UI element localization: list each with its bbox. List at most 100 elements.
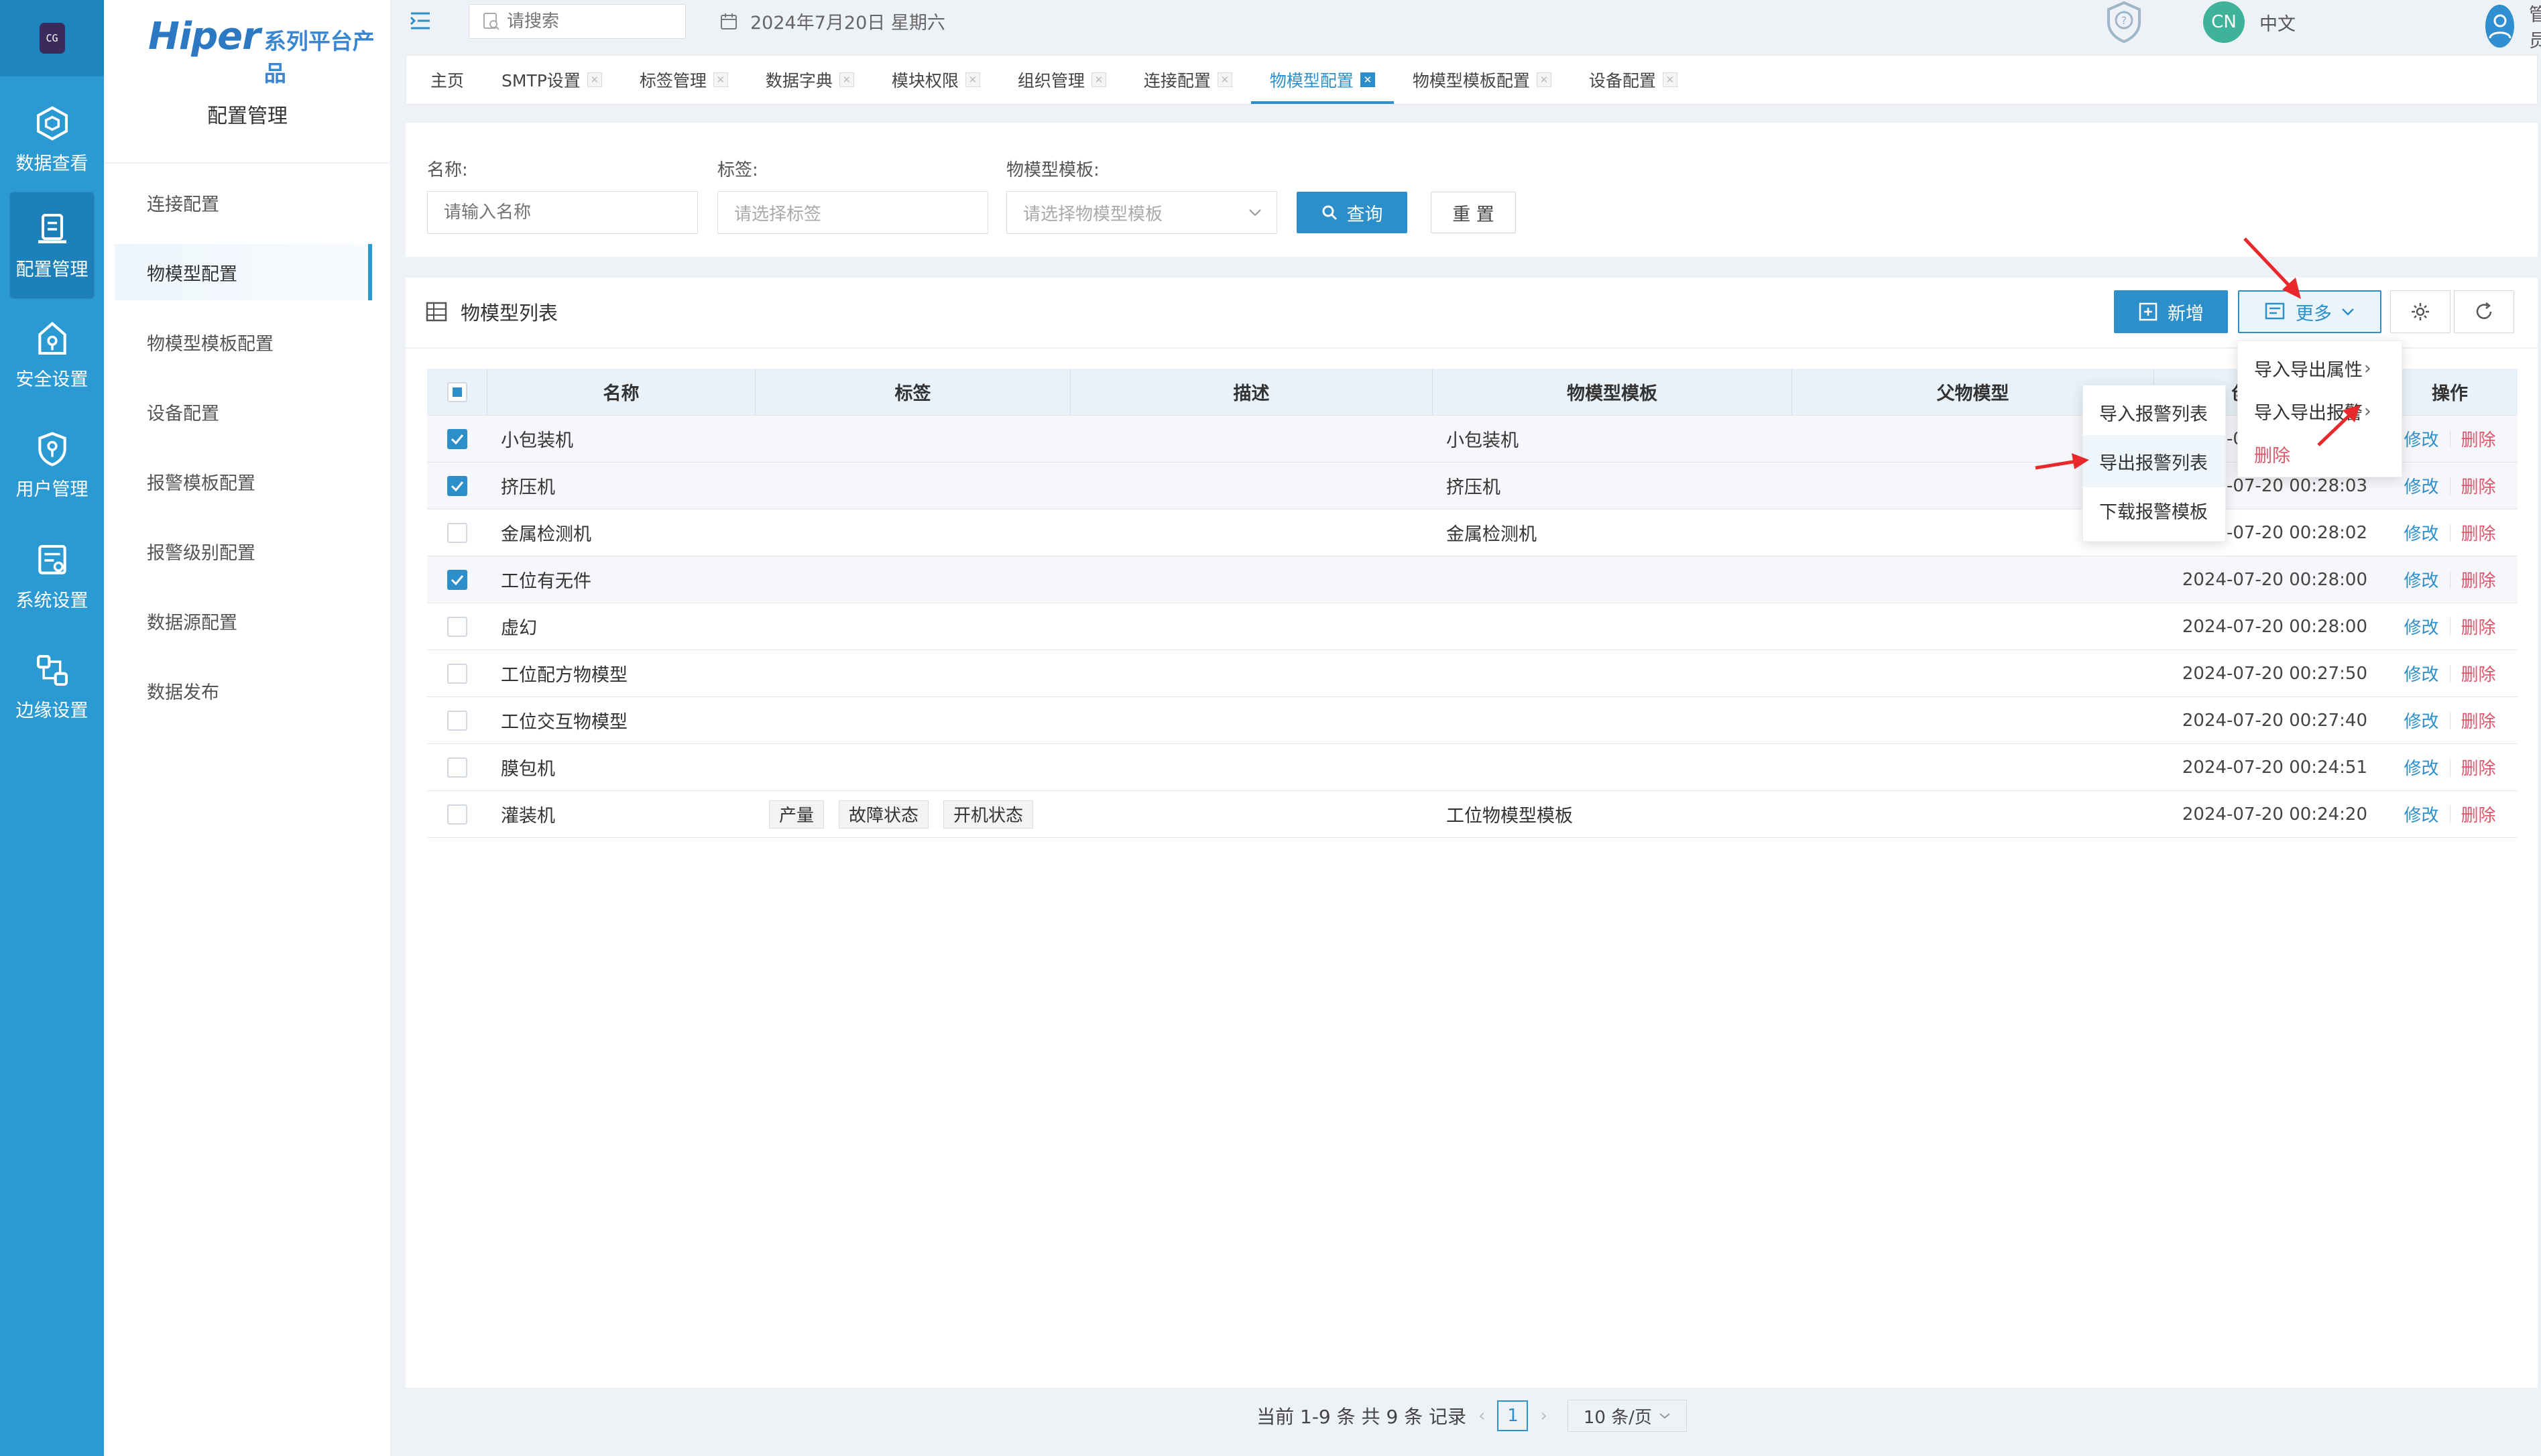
row-checkbox[interactable] (447, 804, 467, 825)
help-icon[interactable]: ? (2101, 0, 2147, 44)
select-all-checkbox[interactable] (447, 381, 467, 402)
table-row[interactable]: 工位配方物模型 2024-07-20 00:27:50 修改 删除 (427, 650, 2518, 697)
sidebar-item-alarm-level[interactable]: 报警级别配置 (115, 523, 372, 579)
table-row[interactable]: 虚幻 2024-07-20 00:28:00 修改 删除 (427, 603, 2518, 650)
column-header-tags[interactable]: 标签 (756, 369, 1071, 415)
column-header-name[interactable]: 名称 (487, 369, 756, 415)
tab-close-icon[interactable]: ✕ (1091, 72, 1106, 87)
delete-link[interactable]: 删除 (2461, 614, 2496, 639)
edit-link[interactable]: 修改 (2404, 567, 2438, 592)
page-size-select[interactable]: 10 条/页 (1567, 1400, 1687, 1432)
delete-link[interactable]: 删除 (2461, 708, 2496, 733)
rail-item-users[interactable]: 用户管理 (9, 412, 95, 519)
tab-module-permission[interactable]: 模块权限 ✕ (873, 56, 999, 104)
row-checkbox[interactable] (447, 475, 467, 496)
query-button[interactable]: 查询 (1297, 192, 1407, 233)
refresh-button[interactable] (2454, 290, 2514, 333)
tab-home[interactable]: 主页 (412, 56, 483, 104)
tab-close-icon[interactable]: ✕ (713, 72, 728, 87)
edit-link[interactable]: 修改 (2404, 473, 2438, 498)
sidebar-item-data-publish[interactable]: 数据发布 (115, 662, 372, 719)
rail-item-config[interactable]: 配置管理 (9, 192, 95, 299)
tab-organization[interactable]: 组织管理 ✕ (999, 56, 1125, 104)
sidebar-item-thing-model[interactable]: 物模型配置 (115, 244, 372, 300)
security-icon (38, 321, 66, 355)
menu-item-import-alarm-list[interactable]: 导入报警列表 (2083, 389, 2225, 435)
more-button[interactable]: 更多 (2238, 290, 2381, 333)
tab-close-icon[interactable]: ✕ (1360, 72, 1375, 87)
tab-tag-management[interactable]: 标签管理 ✕ (621, 56, 747, 104)
next-page-icon[interactable]: › (1540, 1406, 1547, 1426)
delete-link[interactable]: 删除 (2461, 661, 2496, 686)
menu-toggle-icon[interactable] (410, 11, 431, 31)
tab-close-icon[interactable]: ✕ (1536, 72, 1551, 87)
cell-template (1433, 556, 1792, 603)
tab-close-icon[interactable]: ✕ (965, 72, 980, 87)
rail-item-system[interactable]: 系统设置 (9, 523, 95, 630)
row-checkbox[interactable] (447, 710, 467, 731)
table-row[interactable]: 膜包机 2024-07-20 00:24:51 修改 删除 (427, 744, 2518, 791)
tab-smtp[interactable]: SMTP设置 ✕ (483, 56, 621, 104)
sidebar-item-device[interactable]: 设备配置 (115, 383, 372, 440)
tab-device-config[interactable]: 设备配置 ✕ (1570, 56, 1696, 104)
tab-close-icon[interactable]: ✕ (839, 72, 854, 87)
sidebar-item-data-source[interactable]: 数据源配置 (115, 593, 372, 649)
template-select[interactable]: 请选择物模型模板 (1006, 191, 1277, 234)
rail-item-security[interactable]: 安全设置 (9, 302, 95, 409)
edit-link[interactable]: 修改 (2404, 614, 2438, 639)
prev-page-icon[interactable]: ‹ (1478, 1406, 1485, 1426)
menu-item-export-alarm-list[interactable]: 导出报警列表 (2083, 435, 2225, 487)
menu-item-import-export-attributes[interactable]: 导入导出属性 › (2238, 347, 2402, 389)
language-switch[interactable]: CN 中文 (2203, 1, 2296, 43)
delete-link[interactable]: 删除 (2461, 473, 2496, 498)
column-header-description[interactable]: 描述 (1071, 369, 1433, 415)
reset-button[interactable]: 重 置 (1431, 192, 1516, 233)
delete-link[interactable]: 删除 (2461, 802, 2496, 827)
menu-item-download-alarm-template[interactable]: 下载报警模板 (2083, 487, 2225, 533)
search-input[interactable] (507, 11, 668, 32)
column-settings-button[interactable] (2390, 290, 2450, 333)
sidebar-item-alarm-template[interactable]: 报警模板配置 (115, 453, 372, 509)
tag-select[interactable]: 请选择标签 (717, 191, 988, 234)
menu-item-import-export-alarms[interactable]: 导入导出报警 › (2238, 389, 2402, 432)
cell-name: 膜包机 (501, 759, 555, 780)
table-row[interactable]: 工位交互物模型 2024-07-20 00:27:40 修改 删除 (427, 697, 2518, 744)
row-checkbox[interactable] (447, 569, 467, 590)
sidebar-item-connection[interactable]: 连接配置 (115, 174, 372, 231)
sidebar-item-thing-template[interactable]: 物模型模板配置 (115, 314, 372, 370)
table-row[interactable]: 工位有无件 2024-07-20 00:28:00 修改 删除 (427, 556, 2518, 603)
tab-close-icon[interactable]: ✕ (587, 72, 602, 87)
tab-data-dictionary[interactable]: 数据字典 ✕ (747, 56, 873, 104)
edit-link[interactable]: 修改 (2404, 802, 2438, 827)
tab-thing-model-config[interactable]: 物模型配置 ✕ (1250, 56, 1394, 104)
delete-link[interactable]: 删除 (2461, 567, 2496, 592)
tab-connection-config[interactable]: 连接配置 ✕ (1125, 56, 1251, 104)
search-box[interactable] (469, 4, 686, 39)
row-checkbox[interactable] (447, 428, 467, 449)
delete-link[interactable]: 删除 (2461, 426, 2496, 451)
row-checkbox[interactable] (447, 522, 467, 543)
rail-item-label: 配置管理 (15, 259, 88, 280)
add-button[interactable]: 新增 (2114, 290, 2228, 333)
table-row[interactable]: 灌装机 产量 故障状态 开机状态 工位物模型模板 2024-07-20 00:24:20 修… (427, 791, 2518, 838)
edit-link[interactable]: 修改 (2404, 520, 2438, 545)
tab-close-icon[interactable]: ✕ (1217, 72, 1232, 87)
current-page[interactable]: 1 (1497, 1400, 1529, 1431)
menu-item-delete[interactable]: 删除 (2238, 432, 2402, 475)
edit-link[interactable]: 修改 (2404, 426, 2438, 451)
delete-link[interactable]: 删除 (2461, 755, 2496, 780)
user-menu[interactable]: 管理员 (2485, 0, 2541, 52)
row-checkbox[interactable] (447, 757, 467, 778)
name-input[interactable] (427, 191, 698, 234)
edit-link[interactable]: 修改 (2404, 661, 2438, 686)
delete-link[interactable]: 删除 (2461, 520, 2496, 545)
edit-link[interactable]: 修改 (2404, 755, 2438, 780)
rail-item-data-view[interactable]: 数据查看 (9, 86, 95, 193)
row-checkbox[interactable] (447, 616, 467, 637)
column-header-template[interactable]: 物模型模板 (1433, 369, 1792, 415)
tab-close-icon[interactable]: ✕ (1662, 72, 1677, 87)
rail-item-edge[interactable]: 边缘设置 (9, 633, 95, 740)
edit-link[interactable]: 修改 (2404, 708, 2438, 733)
row-checkbox[interactable] (447, 663, 467, 684)
tab-thing-template-config[interactable]: 物模型模板配置 ✕ (1394, 56, 1570, 104)
